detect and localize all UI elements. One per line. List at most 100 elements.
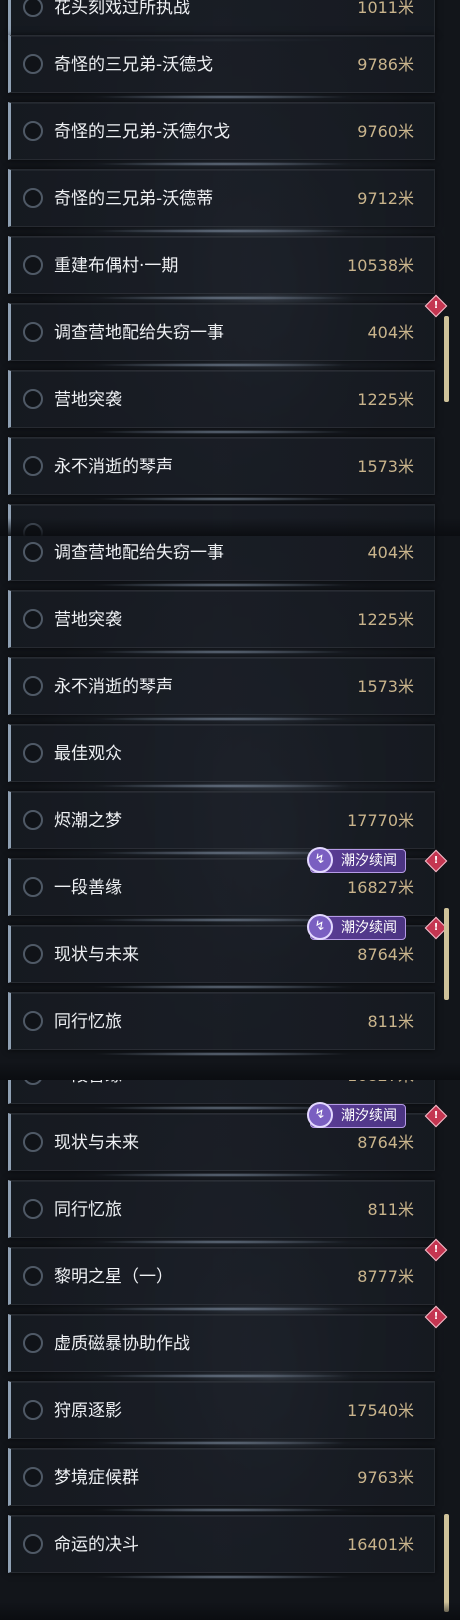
quest-item[interactable]: 永不消逝的琴声 1573米 bbox=[8, 657, 435, 721]
quest-name: 营地突袭 bbox=[54, 390, 122, 410]
quest-item[interactable]: 一段善缘 16827米 ↯ 潮汐续闻 ! bbox=[8, 847, 448, 922]
quest-distance: 1011米 bbox=[357, 0, 414, 17]
radio-button[interactable] bbox=[23, 542, 43, 562]
quest-name: 永不消逝的琴声 bbox=[54, 457, 173, 477]
radio-button[interactable] bbox=[23, 1467, 43, 1487]
radio-button[interactable] bbox=[23, 456, 43, 476]
tide-tag-badge: ↯ 潮汐续闻 bbox=[307, 914, 406, 940]
tide-tag-badge: ↯ 潮汐续闻 bbox=[307, 1102, 406, 1128]
radio-button[interactable] bbox=[23, 523, 43, 536]
radio-button[interactable] bbox=[23, 609, 43, 629]
radio-button[interactable] bbox=[23, 188, 43, 208]
quest-distance: 404米 bbox=[367, 543, 414, 562]
quest-distance: 811米 bbox=[367, 1012, 414, 1031]
radio-button[interactable] bbox=[23, 54, 43, 74]
radio-button[interactable] bbox=[23, 1400, 43, 1420]
quest-item[interactable]: 奇怪的三兄弟-沃德尔戈 9760米 bbox=[8, 102, 435, 166]
quest-name: 奇怪的三兄弟-沃德尔戈 bbox=[54, 122, 231, 142]
quest-item[interactable]: 梦境症候群 9763米 bbox=[8, 1448, 435, 1512]
radio-button[interactable] bbox=[23, 121, 43, 141]
tide-tag-badge: ↯ 潮汐续闻 bbox=[307, 847, 406, 873]
radio-button[interactable] bbox=[23, 0, 43, 17]
quest-name: 花头刻戏过所执战 bbox=[54, 0, 190, 18]
quest-name: 调查营地配给失窃一事 bbox=[54, 543, 224, 563]
quest-item[interactable]: 狩原逐影 17540米 bbox=[8, 1381, 435, 1445]
quest-item[interactable]: 最佳观众 bbox=[8, 724, 435, 788]
quest-name: 同行忆旅 bbox=[54, 1200, 122, 1220]
quest-item[interactable]: 调查营地配给失窃一事 404米 bbox=[8, 536, 435, 587]
radio-button[interactable] bbox=[23, 1011, 43, 1031]
quest-item[interactable] bbox=[8, 504, 435, 536]
warning-icon: ! bbox=[424, 1305, 448, 1329]
quest-name: 奇怪的三兄弟-沃德蒂 bbox=[54, 189, 214, 209]
tag-label: 潮汐续闻 bbox=[341, 1108, 397, 1124]
tide-emblem-icon: ↯ bbox=[307, 1102, 333, 1128]
quest-item[interactable]: 现状与未来 8764米 ↯ 潮汐续闻 ! bbox=[8, 914, 448, 989]
scrollbar-thumb[interactable] bbox=[444, 316, 449, 402]
scrollbar-thumb[interactable] bbox=[444, 908, 449, 1000]
quest-item[interactable]: 花头刻戏过所执战 1011米 bbox=[8, 0, 435, 42]
tag-label: 潮汐续闻 bbox=[341, 920, 397, 936]
radio-button[interactable] bbox=[23, 255, 43, 275]
quest-distance: 811米 bbox=[367, 1200, 414, 1219]
quest-item[interactable]: 奇怪的三兄弟-沃德蒂 9712米 bbox=[8, 169, 435, 233]
quest-item[interactable]: 一段善缘 16827米 bbox=[8, 1080, 435, 1110]
quest-name: 黎明之星（一） bbox=[54, 1267, 173, 1287]
radio-button[interactable] bbox=[23, 743, 43, 763]
quest-name: 最佳观众 bbox=[54, 744, 122, 764]
quest-distance: 16401米 bbox=[347, 1535, 414, 1554]
radio-button[interactable] bbox=[23, 877, 43, 897]
quest-distance: 8777米 bbox=[357, 1267, 414, 1286]
warning-glyph: ! bbox=[433, 300, 439, 311]
quest-name: 奇怪的三兄弟-沃德戈 bbox=[54, 55, 214, 75]
quest-distance: 1225米 bbox=[357, 390, 414, 409]
tide-emblem-icon: ↯ bbox=[307, 847, 333, 873]
quest-name: 一段善缘 bbox=[54, 878, 122, 898]
radio-button[interactable] bbox=[23, 1199, 43, 1219]
radio-button[interactable] bbox=[23, 676, 43, 696]
quest-name: 一段善缘 bbox=[54, 1080, 122, 1105]
warning-icon: ! bbox=[424, 294, 448, 318]
radio-button[interactable] bbox=[23, 1266, 43, 1286]
radio-button[interactable] bbox=[23, 810, 43, 830]
quest-name: 营地突袭 bbox=[54, 610, 122, 630]
quest-distance: 9712米 bbox=[357, 189, 414, 208]
quest-item[interactable]: 同行忆旅 811米 bbox=[8, 992, 435, 1056]
quest-item[interactable]: 同行忆旅 811米 bbox=[8, 1180, 435, 1244]
quest-name: 虚质磁暴协助作战 bbox=[54, 1334, 190, 1354]
quest-item[interactable]: 永不消逝的琴声 1573米 bbox=[8, 437, 435, 501]
warning-glyph: ! bbox=[433, 1311, 439, 1322]
quest-distance: 16827米 bbox=[347, 1080, 414, 1105]
quest-item[interactable]: 虚质磁暴协助作战 ! bbox=[8, 1305, 448, 1378]
quest-item[interactable]: 命运的决斗 16401米 bbox=[8, 1515, 435, 1579]
quest-item[interactable]: 奇怪的三兄弟-沃德戈 9786米 bbox=[8, 35, 435, 99]
quest-distance: 10538米 bbox=[347, 256, 414, 275]
quest-distance: 1225米 bbox=[357, 610, 414, 629]
radio-button[interactable] bbox=[23, 1534, 43, 1554]
warning-glyph: ! bbox=[433, 855, 439, 866]
quest-distance: 17770米 bbox=[347, 811, 414, 830]
quest-list-screen-1: 花头刻戏过所执战 1011米 奇怪的三兄弟-沃德戈 9786米 奇怪的三兄弟-沃… bbox=[0, 0, 460, 536]
quest-list-screen-2: 调查营地配给失窃一事 404米 营地突袭 1225米 永不消逝的琴声 1573米… bbox=[0, 536, 460, 1080]
warning-glyph: ! bbox=[433, 922, 439, 933]
radio-button[interactable] bbox=[23, 1080, 43, 1085]
radio-button[interactable] bbox=[23, 944, 43, 964]
radio-button[interactable] bbox=[23, 1132, 43, 1152]
radio-button[interactable] bbox=[23, 1333, 43, 1353]
quest-item[interactable]: 烬潮之梦 17770米 bbox=[8, 791, 435, 855]
scrollbar-thumb[interactable] bbox=[444, 1514, 449, 1612]
quest-item[interactable]: 现状与未来 8764米 ↯ 潮汐续闻 ! bbox=[8, 1102, 448, 1177]
quest-item[interactable]: 重建布偶村·一期 10538米 bbox=[8, 236, 435, 300]
quest-item[interactable]: 黎明之星（一） 8777米 ! bbox=[8, 1238, 448, 1311]
quest-item[interactable]: 营地突袭 1225米 bbox=[8, 590, 435, 654]
warning-glyph: ! bbox=[433, 1244, 439, 1255]
radio-button[interactable] bbox=[23, 322, 43, 342]
quest-name: 永不消逝的琴声 bbox=[54, 677, 173, 697]
warning-icon: ! bbox=[424, 1104, 448, 1128]
quest-name: 调查营地配给失窃一事 bbox=[54, 323, 224, 343]
radio-button[interactable] bbox=[23, 389, 43, 409]
quest-distance: 9763米 bbox=[357, 1468, 414, 1487]
quest-name: 命运的决斗 bbox=[54, 1535, 139, 1555]
quest-item[interactable]: 调查营地配给失窃一事 404米 ! bbox=[8, 294, 448, 367]
quest-item[interactable]: 营地突袭 1225米 bbox=[8, 370, 435, 434]
